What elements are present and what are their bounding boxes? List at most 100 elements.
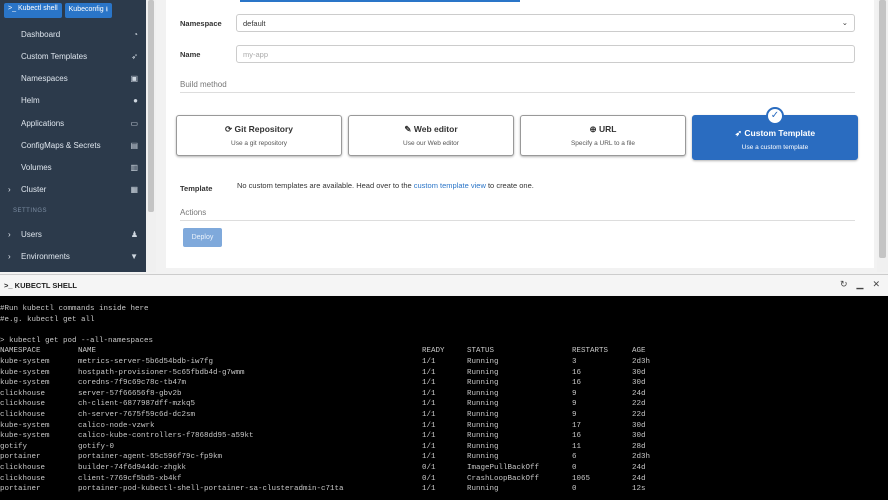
sidebar-item-configmaps-secrets[interactable]: ConfigMaps & Secrets ▤ <box>0 137 146 153</box>
main-scrollbar[interactable] <box>877 0 888 272</box>
deploy-button[interactable]: Deploy <box>183 228 222 247</box>
method-icon: ➶ <box>734 128 743 138</box>
cell: 0/1 <box>422 463 436 472</box>
namespace-value: default <box>243 19 266 28</box>
cell: portainer-pod-kubectl-shell-portainer-sa… <box>78 485 344 494</box>
method-description: Specify a URL to a file <box>570 140 636 147</box>
cell: 30d <box>632 421 646 430</box>
terminal-row: clickhouse ch-server-7675f59c6d-dc2sm 1/1 R… <box>0 410 888 421</box>
comment-text: #e.g. kubectl get all <box>0 315 95 324</box>
cell: calico-kube-controllers-f7868dd95-a59kt <box>78 432 254 441</box>
server-icon: ▦ <box>130 184 138 194</box>
create-application-form: Namespace default ⌄ Name my-app Build met… <box>166 0 874 268</box>
sidebar-scrollbar[interactable] <box>146 0 156 272</box>
name-input[interactable]: my-app <box>236 45 855 63</box>
terminal-row: kube-system hostpath-provisioner-5c65fbdb… <box>0 368 888 379</box>
cell: Running <box>467 400 499 409</box>
cell: 24d <box>632 474 646 483</box>
minimize-icon[interactable]: ▁ <box>857 279 864 290</box>
sidebar-item-helm[interactable]: Helm ● <box>0 92 146 108</box>
cubes-icon: ▣ <box>130 73 138 83</box>
terminal-header-row: NAMESPACE NAME READY STATUS RESTARTS AGE <box>0 346 888 357</box>
method-title: URL <box>599 124 617 134</box>
cell: 1/1 <box>422 368 436 377</box>
cell: 28d <box>632 442 646 451</box>
cell: metrics-server-5b6d54bdb-iw7fg <box>78 357 214 366</box>
close-icon[interactable]: ✕ <box>872 279 880 290</box>
cell: Running <box>467 389 499 398</box>
kubectl-shell-button[interactable]: >_ Kubectl shell <box>4 3 62 18</box>
cell: clickhouse <box>0 463 46 472</box>
terminal-row: clickhouse builder-74f6d944dc-zhgkk 0/1 Ima… <box>0 463 888 474</box>
cell: Running <box>467 379 499 388</box>
cell: 0 <box>572 485 577 494</box>
template-message: No custom templates are available. Head … <box>237 181 534 190</box>
terminal-row: portainer portainer-pod-kubectl-shell-por… <box>0 484 888 495</box>
cell: hostpath-provisioner-5c65fbdb4d-g7wmm <box>78 368 245 377</box>
sidebar: >_ Kubectl shell Kubeconfig ⭳ Dashboard ◔… <box>0 0 146 272</box>
cell: coredns-7f9c69c78c-tb47m <box>78 379 187 388</box>
cell: NAMESPACE <box>0 347 41 356</box>
cell: 30d <box>632 368 646 377</box>
cell: 9 <box>572 410 577 419</box>
sidebar-item-cluster[interactable]: › Cluster ▦ <box>0 181 146 197</box>
sidebar-item-label: Helm <box>21 95 40 105</box>
cell: 24d <box>632 389 646 398</box>
method-icon: ⟳ <box>224 124 233 134</box>
cell: ImagePullBackOff <box>467 463 540 472</box>
cell: gotify-0 <box>78 442 115 451</box>
sidebar-item-label: Applications <box>21 118 65 128</box>
check-icon: ✓ <box>766 107 784 125</box>
terminal-command: > kubectl get pod --all-namespaces <box>0 336 888 347</box>
cell: kube-system <box>0 379 50 388</box>
custom-template-view-link[interactable]: custom template view <box>414 181 486 190</box>
cell: 22d <box>632 400 646 409</box>
build-method-custom-template[interactable]: ✓ ➶ Custom Template Use a custom template <box>692 107 858 160</box>
sidebar-item-label: Namespaces <box>21 73 68 83</box>
cell: 16 <box>572 368 582 377</box>
sidebar-item-label: Volumes <box>21 162 52 172</box>
cell: 2d3h <box>632 453 651 462</box>
terminal-output[interactable]: #Run kubectl commands inside here #e.g. k… <box>0 296 888 500</box>
command-text: > kubectl get pod --all-namespaces <box>0 336 154 345</box>
cell: 9 <box>572 389 577 398</box>
build-method-url[interactable]: ⊕ URL Specify a URL to a file <box>520 115 686 156</box>
terminal-comment: #Run kubectl commands inside here <box>0 304 888 315</box>
cell: portainer-agent-55c596f79c-fp9km <box>78 453 223 462</box>
sidebar-item-users[interactable]: › Users ♟ <box>0 226 146 242</box>
cell: 1/1 <box>422 432 436 441</box>
refresh-icon[interactable]: ↻ <box>840 279 848 290</box>
cell: 11 <box>572 442 582 451</box>
kubectl-shell-header: >_ KUBECTL SHELL ↻ ▁ ✕ <box>0 274 888 295</box>
sidebar-item-namespaces[interactable]: Namespaces ▣ <box>0 70 146 86</box>
cell: clickhouse <box>0 400 46 409</box>
sidebar-item-environments[interactable]: › Environments ▼ <box>0 248 146 264</box>
kubeconfig-button[interactable]: Kubeconfig ⭳ <box>64 3 113 18</box>
terminal-row: clickhouse ch-client-6877987dff-mzkq5 1/1 R… <box>0 399 888 410</box>
sidebar-item-volumes[interactable]: Volumes ▥ <box>0 159 146 175</box>
cell: 1/1 <box>422 421 436 430</box>
actions-heading: Actions <box>180 208 855 221</box>
terminal-row: portainer portainer-agent-55c596f79c-fp9k… <box>0 452 888 463</box>
namespace-select[interactable]: default ⌄ <box>236 14 855 32</box>
template-message-suffix: to create one. <box>485 181 534 190</box>
cell: 1/1 <box>422 389 436 398</box>
sidebar-item-dashboard[interactable]: Dashboard ◔ <box>0 26 146 42</box>
build-method-web-editor[interactable]: ✎ Web editor Use our Web editor <box>348 115 514 156</box>
sidebar-item-label: Dashboard <box>21 29 61 39</box>
cell: 9 <box>572 400 577 409</box>
chevron-right-icon: › <box>8 184 11 194</box>
sidebar-item-custom-templates[interactable]: Custom Templates ➶ <box>0 48 146 64</box>
cell: builder-74f6d944dc-zhgkk <box>78 463 187 472</box>
tachometer-icon: ◔ <box>133 29 138 39</box>
cell: Running <box>467 432 499 441</box>
sidebar-item-applications[interactable]: Applications ▭ <box>0 115 146 131</box>
cell: Running <box>467 368 499 377</box>
kubectl-shell-label: Kubectl shell <box>17 5 58 12</box>
sidebar-item-label: Users <box>21 229 42 239</box>
sidebar-item-label: Environments <box>21 251 70 261</box>
build-method-git-repository[interactable]: ⟳ Git Repository Use a git repository <box>176 115 342 156</box>
method-title: Git Repository <box>234 124 294 134</box>
cell: Running <box>467 453 499 462</box>
laptop-icon: ▭ <box>130 118 138 128</box>
